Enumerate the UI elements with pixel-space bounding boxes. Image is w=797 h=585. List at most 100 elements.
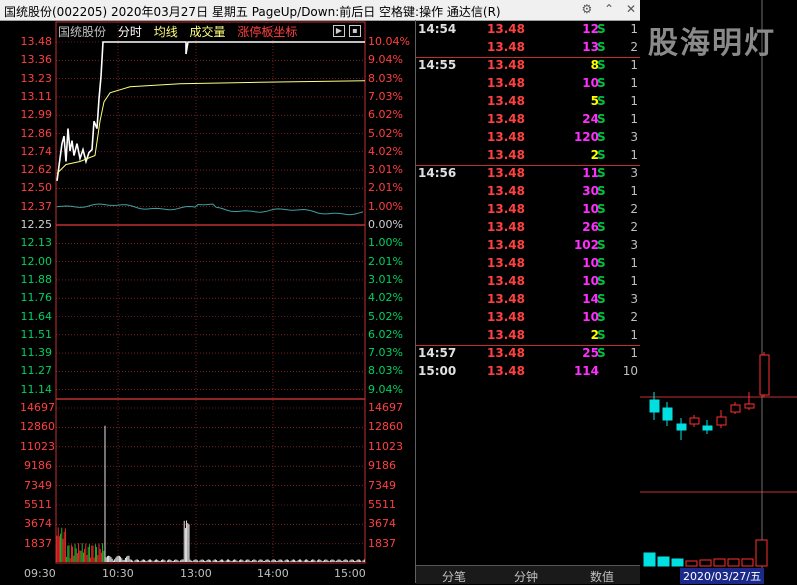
kline-candle [676, 423, 687, 431]
tick-count: 1 [630, 112, 638, 126]
tick-price: 13.48 [487, 292, 525, 306]
tick-price: 13.48 [487, 130, 525, 144]
tick-count: 1 [630, 148, 638, 162]
tab-volume[interactable]: 成交量 [190, 25, 226, 39]
index-line [56, 203, 364, 216]
pct-axis-label: 10.04% [368, 35, 410, 48]
pct-axis-label: 5.02% [368, 309, 403, 323]
tick-side: S [597, 58, 606, 72]
tab-values[interactable]: 数值 [590, 568, 614, 585]
tick-volume: 12 [582, 22, 599, 36]
volume-axis-label-right: 14697 [368, 401, 403, 414]
tick-tabs: 分笔 分钟 数值 [416, 565, 640, 584]
pct-axis-label: 4.02% [368, 291, 403, 305]
pct-axis-label: 4.02% [368, 144, 403, 158]
tick-side: S [597, 166, 606, 180]
tick-row: 13.48 10 S 1 [415, 274, 640, 292]
kline-volume-bar [741, 558, 754, 567]
tick-price: 13.48 [487, 346, 525, 360]
volume-axis-label: 11023 [20, 439, 55, 453]
tick-time: 15:00 [418, 364, 457, 378]
tick-side: S [597, 310, 606, 324]
tick-price: 13.48 [487, 76, 525, 90]
kline-bg [640, 0, 797, 583]
volume-axis-label-right: 7349 [368, 478, 396, 492]
volume-axis-label-right: 12860 [368, 420, 403, 434]
tab-limit-axis[interactable]: 涨停板坐标 [237, 25, 297, 39]
tick-row: 14:54 13.48 12 S 1 [415, 22, 640, 40]
tick-price: 13.48 [487, 328, 525, 342]
tick-price: 13.48 [487, 112, 525, 126]
tick-row: 14:56 13.48 11 S 3 [415, 166, 640, 184]
pct-axis-label: 5.02% [368, 126, 403, 140]
tick-row: 13.48 10 S 2 [415, 310, 640, 328]
tick-side: S [597, 202, 606, 216]
tick-count: 1 [630, 274, 638, 288]
tick-count: 3 [630, 166, 638, 180]
kline-candle [730, 404, 741, 413]
play-icon[interactable]: ▶ [333, 25, 345, 37]
volume-axis-label-right: 3674 [368, 517, 396, 531]
toggle-icon[interactable]: ▪ [349, 25, 361, 37]
tick-row: 13.48 14 S 3 [415, 292, 640, 310]
tick-side: S [597, 346, 606, 360]
tick-side: S [597, 184, 606, 198]
tick-side: S [597, 328, 606, 342]
tab-minutes[interactable]: 分钟 [514, 568, 538, 585]
price-axis-label: 11.64 [20, 309, 53, 323]
tab-minute[interactable]: 分时 [118, 25, 142, 39]
tick-volume: 13 [582, 40, 599, 54]
tick-volume: 10 [582, 202, 599, 216]
volume-axis-label: 1837 [24, 536, 52, 550]
tick-time: 14:56 [418, 166, 457, 180]
kline-volume-bar [713, 558, 726, 567]
pct-axis-label: 2.01% [368, 254, 403, 268]
price-axis-label: 11.76 [20, 291, 53, 305]
tick-price: 13.48 [487, 94, 525, 108]
tick-row: 13.48 30 S 1 [415, 184, 640, 202]
kline-sidebar[interactable] [640, 0, 797, 583]
kline-candle [649, 399, 660, 413]
tick-price: 13.48 [487, 364, 525, 378]
pct-axis-label: 2.01% [368, 181, 403, 195]
price-axis-label: 11.14 [20, 382, 53, 396]
chart-frame [55, 21, 366, 564]
tick-price: 13.48 [487, 166, 525, 180]
tick-count: 1 [630, 184, 638, 198]
intraday-chart[interactable] [0, 20, 416, 583]
price-axis-label: 11.27 [20, 364, 53, 378]
tick-volume: 10 [582, 76, 599, 90]
tick-count: 1 [630, 94, 638, 108]
tab-ticks[interactable]: 分笔 [442, 568, 466, 585]
average-line [56, 80, 366, 174]
tick-count: 2 [630, 202, 638, 216]
settings-icon[interactable]: ⚙ [581, 2, 592, 16]
tick-row: 13.48 24 S 1 [415, 112, 640, 130]
tick-count: 1 [630, 76, 638, 90]
chevron-up-icon[interactable]: ⌃ [604, 2, 614, 16]
kline-candle [662, 407, 673, 421]
volume-axis-label: 5511 [24, 498, 52, 511]
tick-volume: 10 [582, 310, 599, 324]
tick-row: 15:00 13.48 114 10 [415, 364, 640, 382]
tick-price: 13.48 [487, 184, 525, 198]
tick-side: S [597, 292, 606, 306]
tab-avg-line[interactable]: 均线 [154, 25, 178, 39]
price-axis-label: 12.86 [20, 126, 53, 140]
tick-side: S [597, 112, 606, 126]
tick-side: S [597, 76, 606, 90]
kline-volume-bar [685, 560, 698, 567]
pct-axis-label: 1.00% [368, 199, 403, 213]
tick-volume: 114 [573, 364, 599, 378]
tick-side: S [597, 256, 606, 270]
volume-axis-label-right: 11023 [368, 439, 403, 453]
tick-row: 13.48 10 S 1 [415, 76, 640, 94]
price-axis-label: 12.99 [20, 108, 53, 122]
kline-candle [716, 416, 727, 426]
pct-axis-label: 7.03% [368, 89, 403, 103]
tick-count: 2 [630, 220, 638, 234]
tick-group-separator [416, 57, 640, 58]
tick-side: S [597, 220, 606, 234]
close-icon[interactable]: ✕ [626, 2, 636, 16]
tick-row: 13.48 26 S 2 [415, 220, 640, 238]
